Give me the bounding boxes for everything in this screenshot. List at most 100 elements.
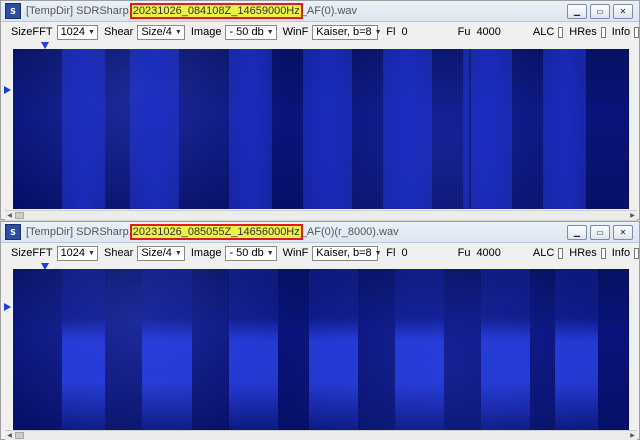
- alc-checkbox[interactable]: [558, 247, 564, 259]
- spectrogram-band: [130, 49, 180, 209]
- spectrogram-band: [394, 269, 445, 430]
- hres-checkbox[interactable]: [600, 26, 606, 38]
- image-select[interactable]: - 50 db ▼: [225, 24, 277, 40]
- spectrogram-band: [228, 49, 272, 209]
- chevron-down-icon: ▼: [88, 249, 95, 257]
- spectrogram-window-2: S [TempDir] SDRSharp. 20231026_085055Z_1…: [0, 221, 640, 440]
- title-bar[interactable]: S [TempDir] SDRSharp. 20231026_085055Z_1…: [1, 222, 639, 243]
- scroll-right-icon[interactable]: ▶: [628, 431, 637, 440]
- winf-select[interactable]: Kaiser, b=8 ▼: [312, 245, 382, 261]
- horizontal-scrollbar[interactable]: ◀ ▶: [5, 210, 637, 220]
- scroll-thumb[interactable]: [15, 212, 24, 219]
- info-label: Info: [611, 247, 631, 259]
- close-icon[interactable]: ✕: [613, 4, 633, 19]
- alc-label: ALC: [532, 247, 555, 259]
- fu-label: Fu: [457, 247, 471, 259]
- sizefft-select[interactable]: 1024 ▼: [56, 245, 98, 261]
- info-checkbox[interactable]: [634, 26, 640, 38]
- title-prefix: [TempDir] SDRSharp.: [26, 5, 132, 17]
- info-label: Info: [611, 26, 631, 38]
- shear-value: Size/4: [141, 247, 172, 259]
- spectrogram-band: [228, 269, 278, 430]
- triangle-down-icon[interactable]: [41, 42, 49, 49]
- spectrogram-band: [382, 49, 432, 209]
- spectrogram-window-1: S [TempDir] SDRSharp. 20231026_084108Z_1…: [0, 0, 640, 220]
- winf-label: WinF: [282, 26, 309, 38]
- sizefft-label: SizeFFT: [11, 247, 53, 259]
- title-prefix: [TempDir] SDRSharp.: [26, 226, 132, 238]
- winf-value: Kaiser, b=8: [316, 247, 372, 259]
- title-highlight: 20231026_084108Z_14659000Hz: [129, 3, 303, 19]
- scroll-left-icon[interactable]: ◀: [5, 431, 14, 440]
- triangle-right-icon[interactable]: [4, 303, 11, 311]
- maximize-icon[interactable]: ▭: [590, 4, 610, 19]
- winf-select[interactable]: Kaiser, b=8 ▼: [312, 24, 382, 40]
- fu-field[interactable]: 4000: [476, 247, 500, 259]
- fl-label: Fl: [386, 247, 396, 259]
- chevron-down-icon: ▼: [374, 249, 382, 257]
- shear-label: Shear: [103, 247, 134, 259]
- title-highlight: 20231026_085055Z_14656000Hz: [129, 224, 303, 240]
- toolbar: SizeFFT 1024 ▼ Shear Size/4 ▼ Image - 50 d…: [1, 243, 640, 263]
- scroll-right-icon[interactable]: ▶: [628, 211, 637, 220]
- window-title: [TempDir] SDRSharp. 20231026_084108Z_146…: [26, 3, 357, 19]
- fu-label: Fu: [457, 26, 471, 38]
- title-suffix: _AF(0)(r_8000).wav: [300, 226, 399, 238]
- spectrogram-band: [62, 49, 106, 209]
- image-value: - 50 db: [229, 26, 264, 38]
- horizontal-scrollbar[interactable]: ◀ ▶: [5, 430, 637, 440]
- spectrogram-canvas[interactable]: [13, 269, 629, 430]
- spectrogram-band: [302, 49, 352, 209]
- spectrogram-band: [481, 269, 531, 430]
- winf-value: Kaiser, b=8: [316, 26, 372, 38]
- hres-label: HRes: [569, 247, 597, 259]
- hres-checkbox[interactable]: [600, 247, 606, 259]
- spectrogram-line: [468, 49, 471, 209]
- spectrogram-band: [555, 269, 599, 430]
- window-title: [TempDir] SDRSharp. 20231026_085055Z_146…: [26, 224, 399, 240]
- triangle-right-icon[interactable]: [4, 86, 11, 94]
- image-value: - 50 db: [229, 247, 264, 259]
- shear-select[interactable]: Size/4 ▼: [137, 245, 185, 261]
- spectrogram-band: [308, 269, 358, 430]
- alc-label: ALC: [532, 26, 555, 38]
- image-select[interactable]: - 50 db ▼: [225, 245, 277, 261]
- sdrsharp-app-icon[interactable]: S: [5, 224, 21, 240]
- chevron-down-icon: ▼: [174, 249, 182, 257]
- fu-field[interactable]: 4000: [476, 26, 500, 38]
- sizefft-value: 1024: [60, 26, 86, 38]
- scroll-thumb[interactable]: [15, 432, 24, 439]
- image-label: Image: [190, 26, 222, 38]
- scroll-left-icon[interactable]: ◀: [5, 211, 14, 220]
- sizefft-select[interactable]: 1024 ▼: [56, 24, 98, 40]
- winf-label: WinF: [282, 247, 309, 259]
- minimize-icon[interactable]: ▁: [567, 225, 587, 240]
- image-label: Image: [190, 247, 222, 259]
- shear-label: Shear: [103, 26, 134, 38]
- chevron-down-icon: ▼: [266, 28, 274, 36]
- hres-label: HRes: [569, 26, 597, 38]
- chevron-down-icon: ▼: [174, 28, 182, 36]
- fl-field[interactable]: 0: [401, 247, 407, 259]
- fl-label: Fl: [386, 26, 396, 38]
- sizefft-value: 1024: [60, 247, 86, 259]
- title-bar[interactable]: S [TempDir] SDRSharp. 20231026_084108Z_1…: [1, 1, 639, 22]
- alc-checkbox[interactable]: [558, 26, 564, 38]
- sizefft-label: SizeFFT: [11, 26, 53, 38]
- shear-select[interactable]: Size/4 ▼: [137, 24, 185, 40]
- chevron-down-icon: ▼: [88, 28, 95, 36]
- shear-value: Size/4: [141, 26, 172, 38]
- spectrogram-canvas[interactable]: [13, 49, 629, 209]
- info-checkbox[interactable]: [634, 247, 640, 259]
- frequency-marker-row: [1, 42, 639, 49]
- spectrogram-band: [142, 269, 192, 430]
- chevron-down-icon: ▼: [266, 249, 274, 257]
- sdrsharp-app-icon[interactable]: S: [5, 3, 21, 19]
- maximize-icon[interactable]: ▭: [590, 225, 610, 240]
- spectrogram-band: [542, 49, 586, 209]
- close-icon[interactable]: ✕: [613, 225, 633, 240]
- toolbar: SizeFFT 1024 ▼ Shear Size/4 ▼ Image - 50 d…: [1, 22, 640, 42]
- chevron-down-icon: ▼: [374, 28, 382, 36]
- minimize-icon[interactable]: ▁: [567, 4, 587, 19]
- fl-field[interactable]: 0: [401, 26, 407, 38]
